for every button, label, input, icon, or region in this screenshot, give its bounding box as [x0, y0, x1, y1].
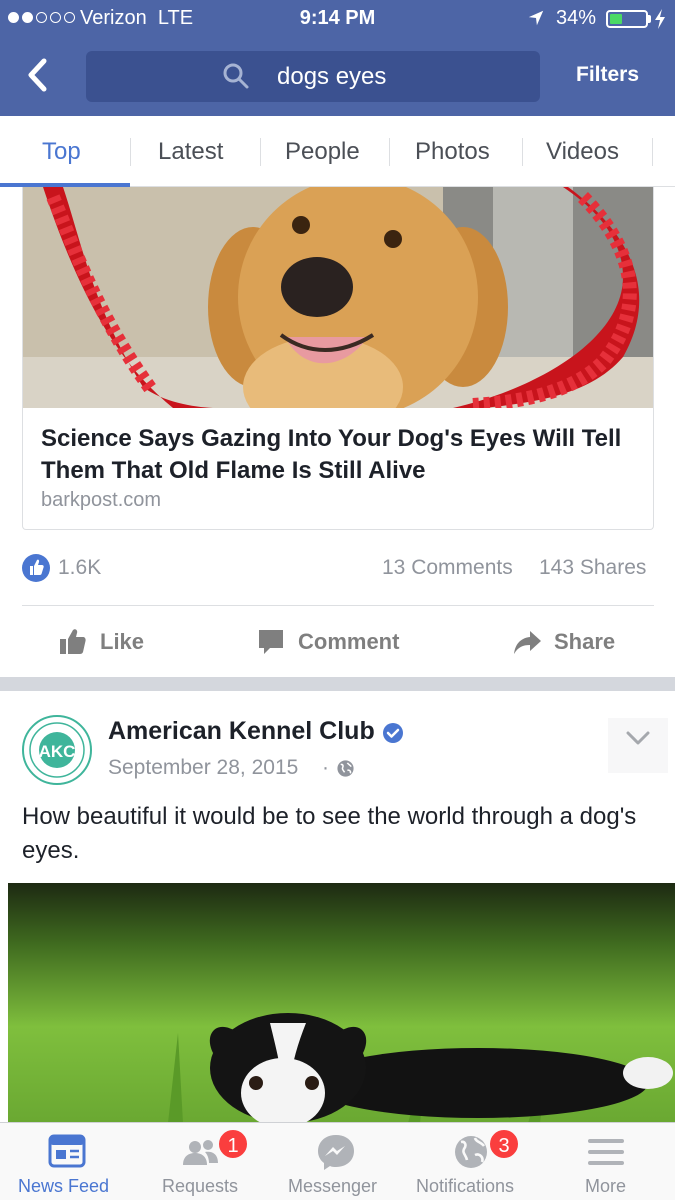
comment-button[interactable]: Comment — [256, 622, 399, 662]
tab-label-notifications: Notifications — [416, 1176, 515, 1196]
tab-photos[interactable]: Photos — [415, 138, 490, 166]
feed-separator — [0, 677, 675, 691]
news-feed-icon — [48, 1134, 86, 1168]
tab-videos[interactable]: Videos — [546, 138, 619, 166]
divider — [22, 605, 654, 606]
thumbs-up-icon — [60, 629, 86, 654]
avatar-text: AKC — [39, 742, 76, 761]
tab-divider — [130, 138, 131, 166]
tab-label-more: More — [585, 1176, 627, 1196]
tab-people[interactable]: People — [285, 138, 360, 166]
like-reaction-icon — [22, 554, 50, 582]
tab-label-requests: Requests — [162, 1176, 239, 1196]
battery-icon — [606, 10, 648, 28]
tab-top[interactable]: Top — [42, 138, 81, 166]
notifications-badge: 3 — [488, 1128, 520, 1160]
tab-more[interactable]: More — [540, 1123, 675, 1200]
page-name[interactable]: American Kennel Club — [108, 717, 375, 746]
comment-icon — [259, 630, 283, 654]
post-date[interactable]: September 28, 2015 — [108, 756, 298, 780]
link-preview-card[interactable]: Science Says Gazing Into Your Dog's Eyes… — [22, 187, 654, 530]
tab-label-news-feed: News Feed — [18, 1176, 110, 1196]
shares-count[interactable]: 143 Shares — [539, 556, 646, 580]
menu-icon — [588, 1139, 624, 1165]
tab-divider — [260, 138, 261, 166]
chevron-down-icon — [626, 731, 650, 745]
status-bar: Verizon LTE 9:14 PM 34% — [0, 0, 675, 38]
friend-requests-icon — [183, 1140, 218, 1165]
verified-badge-icon — [383, 723, 403, 743]
battery-level — [610, 14, 622, 24]
location-arrow-icon — [528, 10, 544, 26]
tab-notifications[interactable]: 3 Notifications — [405, 1123, 540, 1200]
messenger-icon — [318, 1135, 354, 1170]
post-options-button[interactable] — [608, 718, 668, 773]
search-input[interactable]: dogs eyes — [86, 51, 540, 102]
tab-divider — [389, 138, 390, 166]
comment-label: Comment — [298, 629, 400, 654]
search-tabs: Top Latest People Photos Videos — [0, 116, 675, 187]
tab-label-messenger: Messenger — [288, 1176, 378, 1196]
puppy-image[interactable] — [8, 883, 675, 1123]
public-globe-icon — [337, 760, 354, 777]
bottom-tab-bar: News Feed 1 Requests Messenger 3 Notific… — [0, 1122, 675, 1200]
tab-requests[interactable]: 1 Requests — [135, 1123, 270, 1200]
filters-button[interactable]: Filters — [576, 63, 639, 87]
like-button[interactable]: Like — [58, 622, 144, 662]
charging-bolt-icon — [655, 9, 665, 29]
golden-retriever-image[interactable] — [23, 187, 654, 408]
post-text: How beautiful it would be to see the wor… — [22, 803, 637, 864]
tab-news-feed[interactable]: News Feed — [0, 1123, 135, 1200]
battery-cap — [648, 15, 651, 23]
tab-divider — [652, 138, 653, 166]
globe-icon — [455, 1136, 487, 1168]
akc-avatar[interactable]: AKC — [22, 715, 92, 785]
back-chevron-icon[interactable] — [20, 55, 60, 95]
search-icon — [223, 63, 249, 89]
search-query: dogs eyes — [277, 63, 387, 90]
link-domain: barkpost.com — [41, 489, 162, 511]
tab-divider — [522, 138, 523, 166]
share-label: Share — [554, 629, 616, 654]
comments-count[interactable]: 13 Comments — [382, 556, 513, 580]
battery-percent: 34% — [556, 7, 597, 29]
share-arrow-icon — [514, 631, 541, 654]
link-title[interactable]: Science Says Gazing Into Your Dog's Eyes… — [41, 423, 651, 487]
top-bar: Verizon LTE 9:14 PM 34% dogs eyes Filter… — [0, 0, 675, 116]
tab-latest[interactable]: Latest — [158, 138, 223, 166]
share-button[interactable]: Share — [512, 622, 615, 662]
like-label: Like — [100, 629, 145, 654]
requests-badge: 1 — [217, 1128, 249, 1160]
tab-messenger[interactable]: Messenger — [270, 1123, 405, 1200]
date-separator: · — [322, 756, 329, 779]
like-count[interactable]: 1.6K — [58, 556, 101, 580]
